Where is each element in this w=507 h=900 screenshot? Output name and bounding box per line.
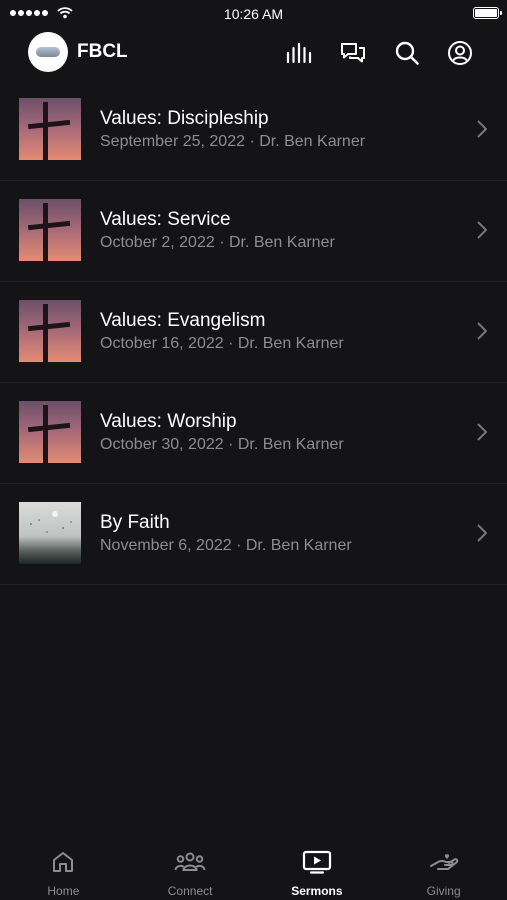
app-name: FBCL [77, 41, 128, 62]
chevron-right-icon [477, 524, 487, 542]
chevron-right-icon [477, 322, 487, 340]
home-icon [53, 852, 74, 872]
sermon-subtitle: September 25, 2022 · Dr. Ben Karner [100, 133, 366, 150]
profile-button[interactable] [445, 38, 475, 68]
tab-bar: Home Connect Sermons Giving [0, 840, 507, 900]
sermon-subtitle: October 30, 2022 · Dr. Ben Karner [100, 436, 344, 453]
tab-giving[interactable]: Giving [380, 840, 507, 900]
chevron-right-icon [477, 221, 487, 239]
sermon-row[interactable]: By Faith November 6, 2022 · Dr. Ben Karn… [0, 484, 507, 585]
sermon-thumbnail [19, 199, 81, 261]
app-header: FBCL [0, 28, 507, 80]
sermon-title: Values: Discipleship [100, 108, 269, 129]
sermon-subtitle: October 16, 2022 · Dr. Ben Karner [100, 335, 344, 352]
sermon-thumbnail [19, 98, 81, 160]
audio-levels-icon [286, 42, 312, 64]
audio-levels-button[interactable] [284, 38, 314, 68]
sermon-row[interactable]: Values: Evangelism October 16, 2022 · Dr… [0, 282, 507, 383]
sermon-title: By Faith [100, 512, 170, 533]
chevron-right-icon [477, 120, 487, 138]
tab-label: Sermons [291, 884, 343, 898]
battery-icon [473, 7, 502, 19]
sermon-title: Values: Service [100, 209, 231, 230]
play-screen-icon [302, 850, 331, 874]
tab-label: Home [47, 884, 80, 898]
tab-label: Giving [426, 884, 461, 898]
tab-label: Connect [167, 884, 213, 898]
chat-icon [341, 43, 365, 63]
chevron-right-icon [477, 423, 487, 441]
sermon-thumbnail [19, 502, 81, 564]
sermon-subtitle: October 2, 2022 · Dr. Ben Karner [100, 234, 335, 251]
search-button[interactable] [392, 38, 422, 68]
sermon-title: Values: Worship [100, 411, 237, 432]
sermon-row[interactable]: Values: Worship October 30, 2022 · Dr. B… [0, 383, 507, 484]
chat-button[interactable] [338, 38, 368, 68]
church-logo[interactable] [28, 32, 68, 72]
sermon-thumbnail [19, 300, 81, 362]
sermon-thumbnail [19, 401, 81, 463]
sermon-subtitle: November 6, 2022 · Dr. Ben Karner [100, 537, 352, 554]
tab-home[interactable]: Home [0, 840, 127, 900]
status-bar: 10:26 AM [0, 0, 507, 28]
tab-connect[interactable]: Connect [127, 840, 254, 900]
people-icon [174, 852, 206, 871]
status-time: 10:26 AM [223, 6, 284, 22]
sermon-row[interactable]: Values: Discipleship September 25, 2022 … [0, 80, 507, 181]
tab-sermons[interactable]: Sermons [254, 840, 381, 900]
sermon-title: Values: Evangelism [100, 310, 266, 331]
profile-icon [448, 41, 472, 65]
giving-hand-icon [429, 854, 458, 870]
search-icon [395, 41, 419, 65]
sermon-row[interactable]: Values: Service October 2, 2022 · Dr. Be… [0, 181, 507, 282]
sermon-list: Values: Discipleship September 25, 2022 … [0, 80, 507, 585]
